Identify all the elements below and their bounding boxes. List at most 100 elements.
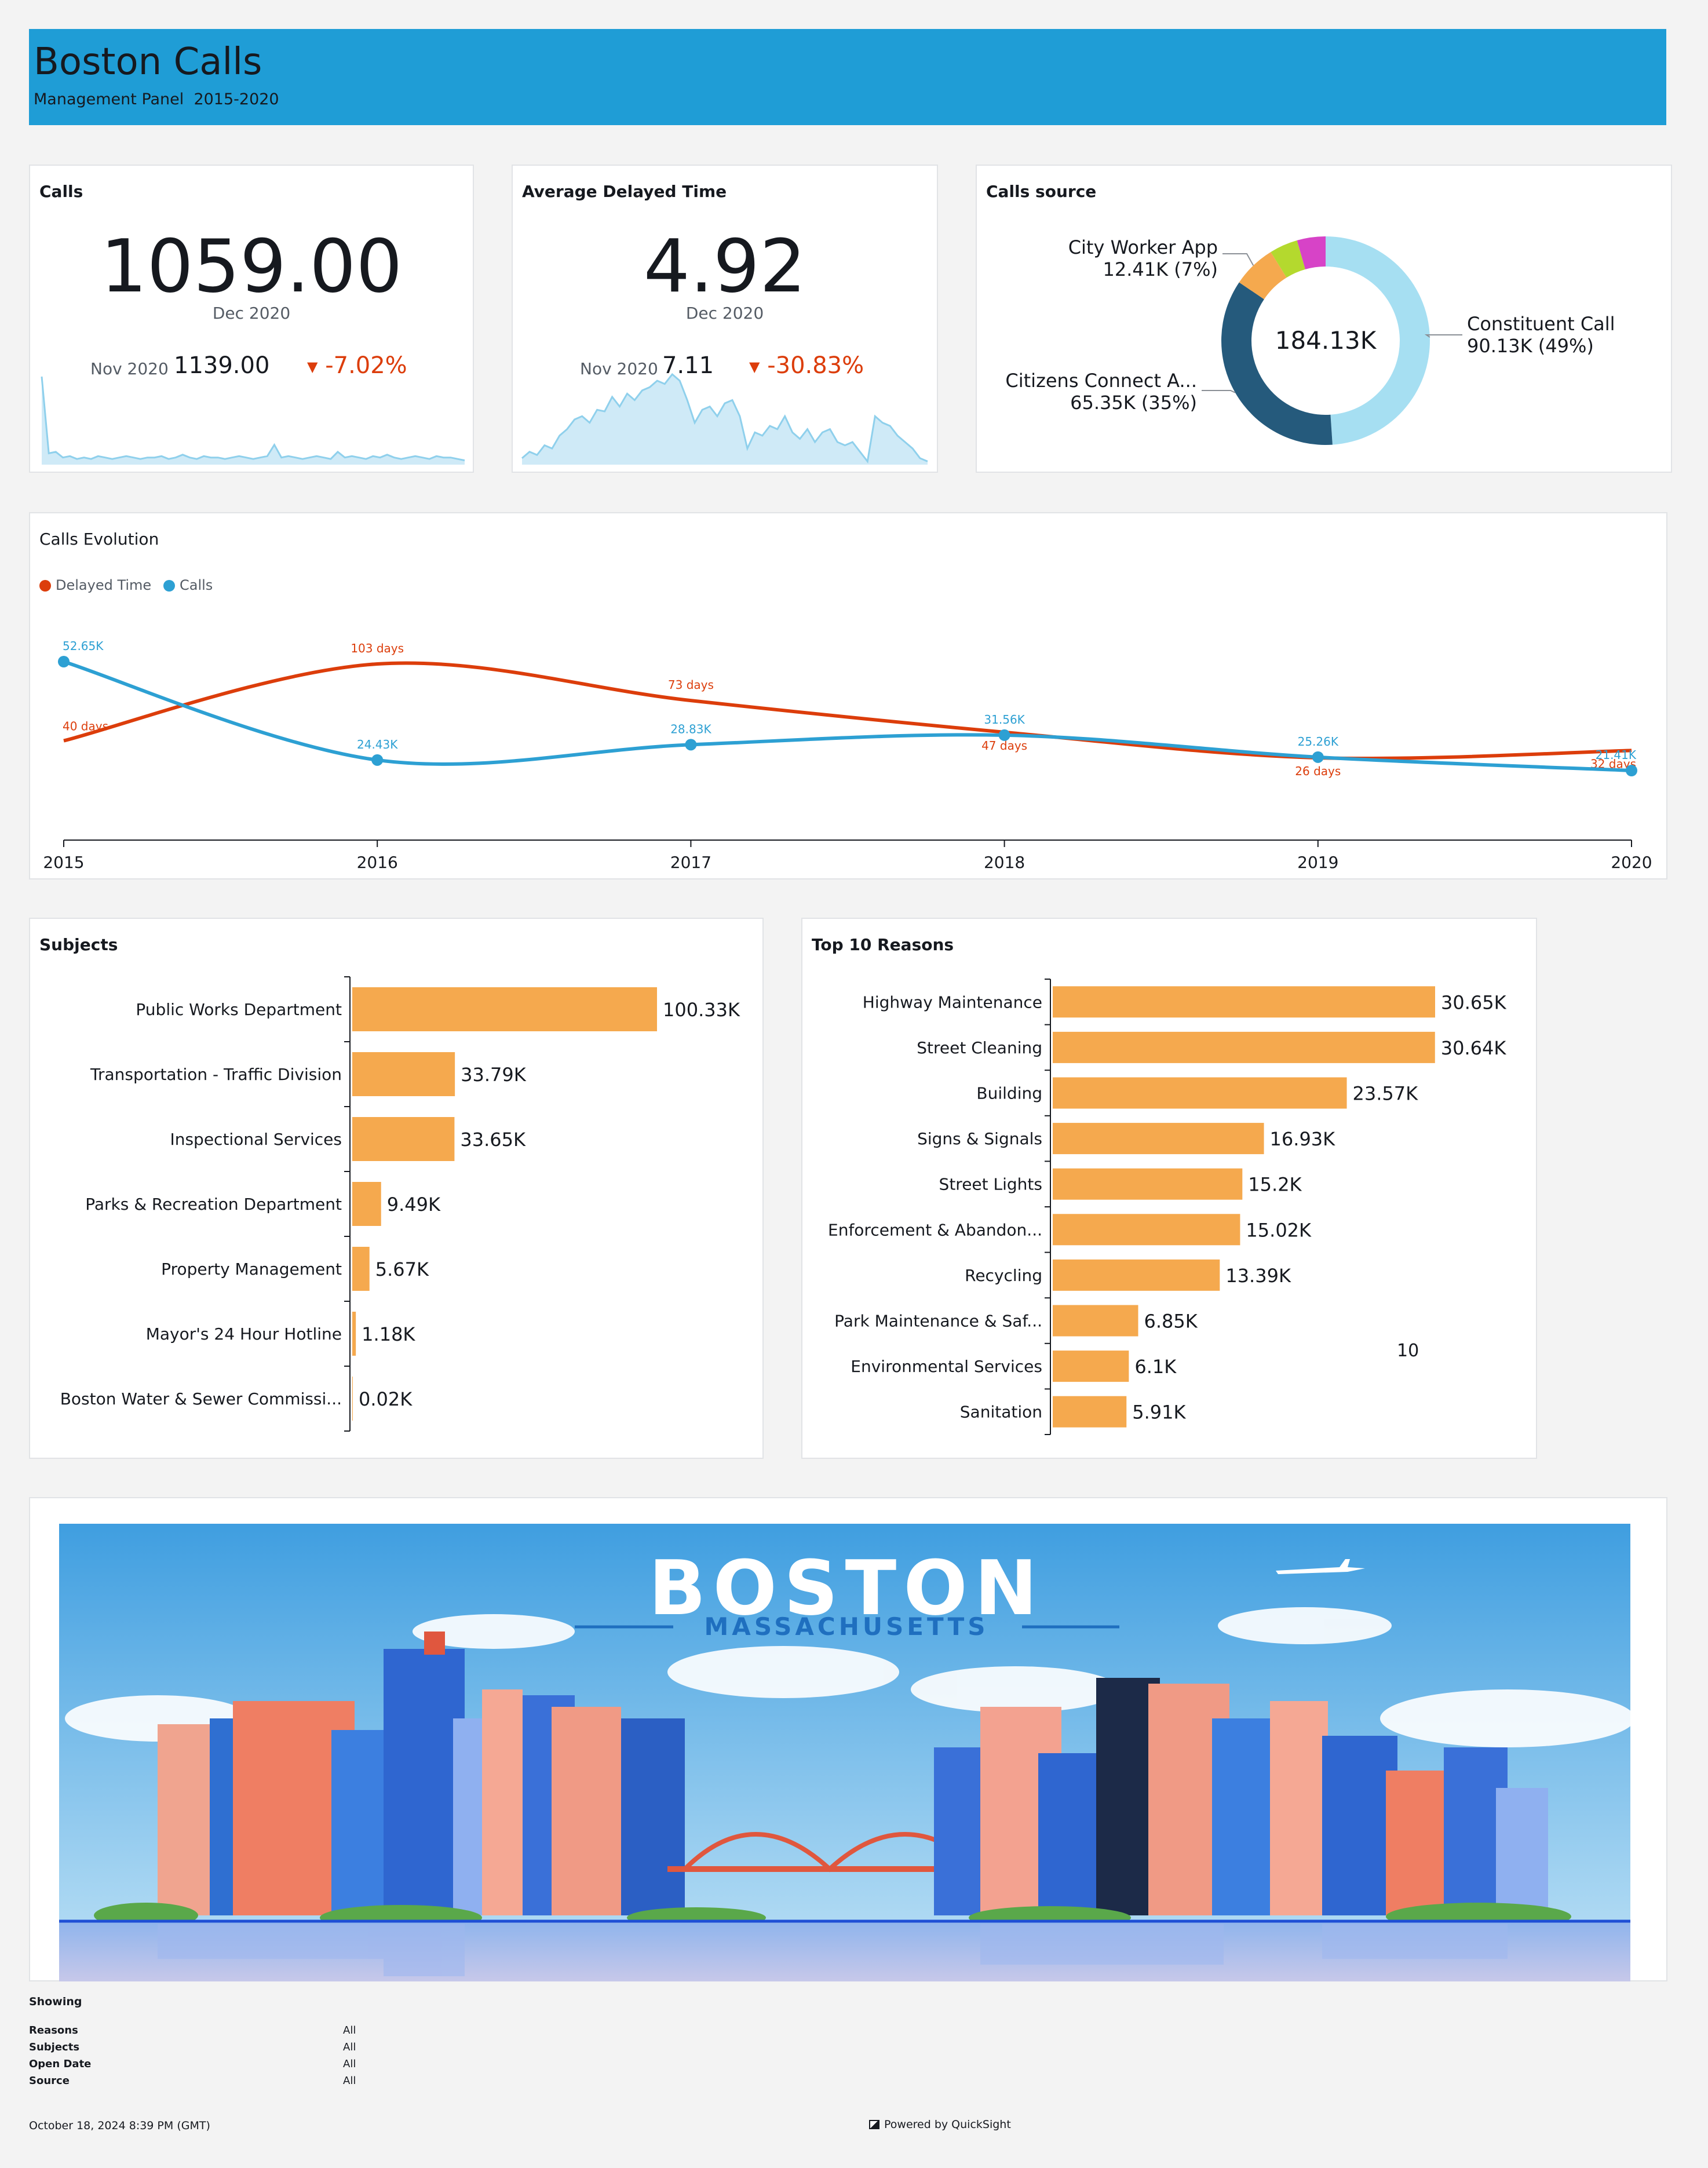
- bar: [352, 1247, 370, 1291]
- sparkline-area: [522, 374, 928, 465]
- category-label: Enforcement & Abandon...: [828, 1220, 1042, 1239]
- bar: [1053, 1396, 1127, 1428]
- bar: [1053, 1305, 1138, 1337]
- data-label: 16.93K: [1270, 1128, 1336, 1150]
- donut-slice-name: Constituent Call: [1467, 313, 1615, 335]
- data-label-delayed-time: 40 days: [63, 720, 108, 733]
- filter-name: Reasons: [29, 2024, 78, 2036]
- data-label-calls: 25.26K: [1298, 735, 1339, 749]
- kpi-calls-card[interactable]: Calls 1059.00 Dec 2020 Nov 2020 1139.00 …: [29, 165, 474, 473]
- donut-total: 184.13K: [1275, 326, 1377, 355]
- x-axis-tick-label: 2019: [1297, 853, 1338, 872]
- calls-evolution-chart: 2015 2016 2017 2018 2019 2020 40 days 103 days 7…: [43, 639, 1652, 872]
- x-axis-tick-label: 2020: [1611, 853, 1652, 872]
- banner-card: BOSTON MASSACHUSETTS: [29, 1497, 1667, 1981]
- data-label-delayed-time: 26 days: [1295, 764, 1341, 778]
- sparkline-area: [42, 377, 465, 465]
- filter-name: Subjects: [29, 2041, 80, 2053]
- data-label: 15.02K: [1246, 1219, 1312, 1241]
- data-label: 100.33K: [663, 999, 740, 1021]
- data-label: 0.02K: [359, 1388, 413, 1410]
- dashboard-header: Boston Calls Management Panel 2015-2020: [29, 29, 1666, 125]
- bar: [1053, 1031, 1435, 1063]
- kpi-delay-card[interactable]: Average Delayed Time 4.92 Dec 2020 Nov 2…: [512, 165, 938, 473]
- filter-row: Subjects All: [29, 2041, 435, 2058]
- reasons-chart: Highway Maintenance 30.65K Street Cleaning…: [828, 979, 1507, 1435]
- powered-by: Powered by QuickSight: [869, 2118, 1011, 2131]
- category-label: Recycling: [965, 1266, 1042, 1285]
- category-label: Street Cleaning: [917, 1038, 1042, 1057]
- x-axis-tick-label: 2016: [357, 853, 398, 872]
- donut-slice-value: 12.41K (7%): [1103, 258, 1218, 280]
- x-axis-tick-label: 2018: [984, 853, 1025, 872]
- data-label-calls: 52.65K: [63, 639, 104, 653]
- boston-skyline-illustration: BOSTON MASSACHUSETTS: [59, 1524, 1635, 1981]
- dashboard-subtitle: Management Panel 2015-2020: [34, 90, 279, 108]
- data-label: 9.49K: [387, 1194, 441, 1216]
- showing-label: Showing: [29, 1995, 82, 2008]
- bar: [352, 987, 657, 1031]
- donut-slice: [1221, 282, 1333, 445]
- donut-slice-name: City Worker App: [1068, 236, 1218, 258]
- filter-value: All: [343, 2075, 356, 2087]
- bar: [1053, 1077, 1347, 1109]
- bar: [1053, 1123, 1264, 1155]
- category-label: Street Lights: [939, 1175, 1042, 1194]
- bar: [1053, 986, 1435, 1018]
- kpi-delay-sparkline: [521, 373, 928, 465]
- kpi-calls-sparkline: [41, 376, 465, 465]
- subjects-card[interactable]: Subjects Public Works Department 100.33K T…: [29, 918, 764, 1459]
- sparkline-line: [41, 376, 465, 462]
- filter-name: Source: [29, 2075, 70, 2087]
- bar: [352, 1052, 455, 1096]
- category-label: Mayor's 24 Hour Hotline: [146, 1324, 342, 1344]
- bar: [1053, 1351, 1129, 1382]
- bar: [352, 1312, 356, 1356]
- calls-point: [1626, 765, 1637, 776]
- bar: [352, 1182, 381, 1226]
- category-label: Transportation - Traffic Division: [90, 1065, 342, 1084]
- filter-row: Source All: [29, 2075, 435, 2092]
- category-label: Park Maintenance & Saf...: [834, 1312, 1042, 1331]
- donut-leader-line: [1424, 334, 1462, 338]
- x-axis-tick-label: 2017: [670, 853, 711, 872]
- calls-source-card[interactable]: Calls source 184.13K Constituent Call 90.1…: [976, 165, 1672, 473]
- reasons-card[interactable]: Top 10 Reasons 10 Highway Maintenance 30.…: [801, 918, 1537, 1459]
- donut-slice-name: Citizens Connect A...: [1005, 370, 1197, 392]
- data-label: 5.91K: [1132, 1401, 1186, 1424]
- bar: [352, 1117, 455, 1161]
- filter-name: Open Date: [29, 2058, 92, 2070]
- powered-by-label: Powered by QuickSight: [884, 2118, 1011, 2131]
- bar: [352, 1377, 353, 1421]
- bar: [1053, 1214, 1240, 1246]
- data-label-calls: 21.41K: [1596, 748, 1637, 762]
- bar: [1053, 1259, 1220, 1291]
- data-label: 23.57K: [1353, 1083, 1419, 1105]
- data-label: 6.1K: [1134, 1356, 1177, 1378]
- filter-row: Reasons All: [29, 2024, 435, 2041]
- data-label: 30.65K: [1441, 991, 1507, 1013]
- subjects-chart: Public Works Department 100.33K Transporta…: [60, 976, 740, 1432]
- category-label: Parks & Recreation Department: [85, 1195, 342, 1214]
- report-timestamp: October 18, 2024 8:39 PM (GMT): [29, 2119, 210, 2132]
- calls-evolution-card[interactable]: Calls Evolution Delayed Time Calls 2015 2…: [29, 512, 1667, 879]
- filter-value: All: [343, 2041, 356, 2053]
- banner-subtitle: MASSACHUSETTS: [705, 1612, 989, 1641]
- dashboard-title: Boston Calls: [34, 41, 262, 83]
- category-label: Property Management: [161, 1260, 342, 1279]
- category-label: Environmental Services: [851, 1357, 1042, 1376]
- data-label: 1.18K: [362, 1323, 415, 1345]
- filter-value: All: [343, 2058, 356, 2070]
- donut-slice-value: 65.35K (35%): [1070, 392, 1197, 414]
- data-label: 13.39K: [1225, 1265, 1291, 1287]
- data-label-calls: 28.83K: [670, 722, 711, 736]
- donut-leader-line: [1222, 253, 1254, 266]
- x-axis-tick-label: 2015: [43, 853, 84, 872]
- calls-point: [1312, 751, 1324, 763]
- donut-slice-value: 90.13K (49%): [1467, 335, 1594, 357]
- filter-value: All: [343, 2024, 356, 2036]
- data-label: 15.2K: [1248, 1174, 1302, 1196]
- calls-point: [371, 754, 384, 766]
- calls-point: [998, 729, 1010, 741]
- calls-point: [685, 739, 697, 751]
